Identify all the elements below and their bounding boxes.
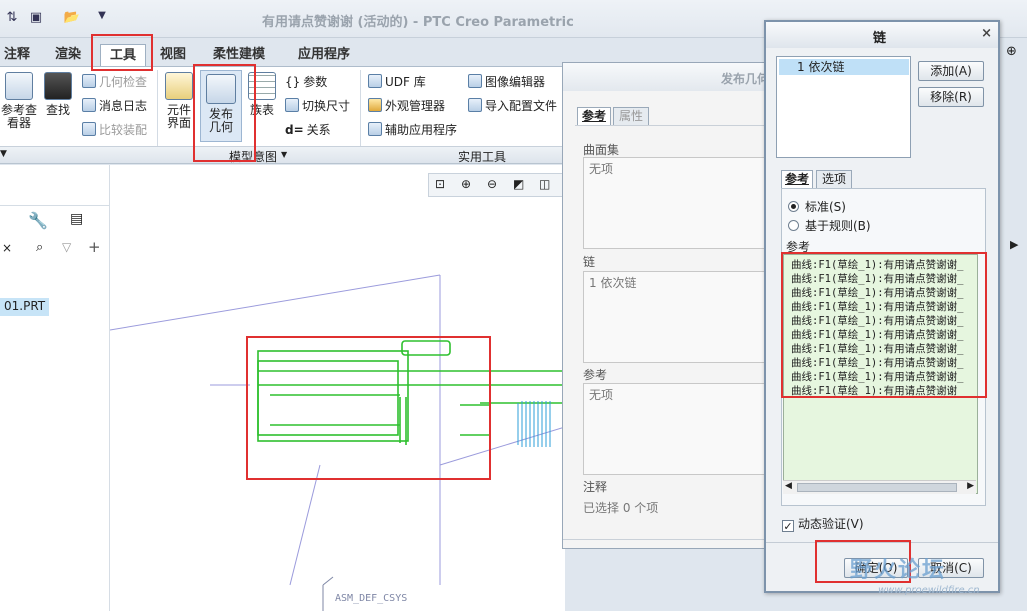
- appearance-manager-icon: [368, 98, 382, 112]
- publish-dialog-title: 发布几何: [563, 63, 771, 91]
- publish-tab-references[interactable]: 参考: [577, 107, 611, 125]
- binoculars-icon: [44, 72, 72, 100]
- braces-icon: {}: [285, 75, 301, 89]
- add-icon[interactable]: +: [88, 238, 101, 256]
- group-collapse-icon[interactable]: ▼: [0, 149, 7, 159]
- add-button[interactable]: 添加(A): [918, 61, 984, 81]
- chain-collection-list[interactable]: 1 依次链: [776, 56, 911, 158]
- chain-tab-options[interactable]: 选项: [816, 170, 852, 188]
- chain-dialog-titlebar: 链 ×: [766, 22, 998, 48]
- import-config-button[interactable]: 导入配置文件: [468, 97, 557, 114]
- compare-assembly-icon: [82, 122, 96, 136]
- udf-library-button[interactable]: UDF 库: [368, 73, 426, 90]
- group-utilities: 实用工具: [458, 150, 507, 164]
- filter-icon[interactable]: ▽: [62, 240, 71, 254]
- tab-flexible-modeling[interactable]: 柔性建模: [205, 44, 273, 66]
- geometry-check-button[interactable]: 几何检查: [82, 73, 147, 90]
- compare-assembly-button[interactable]: 比较装配: [82, 121, 147, 138]
- scroll-thumb[interactable]: [797, 483, 957, 492]
- checkmark-icon: ✓: [782, 520, 794, 533]
- tab-render[interactable]: 渲染: [50, 44, 86, 66]
- windows-icon[interactable]: ▣: [26, 10, 46, 26]
- message-log-button[interactable]: 消息日志: [82, 97, 147, 114]
- image-editor-button[interactable]: 图像编辑器: [468, 73, 545, 90]
- search-icon[interactable]: ⌕: [36, 240, 43, 255]
- publish-tab-properties[interactable]: 属性: [613, 107, 649, 125]
- reference-horizontal-scrollbar[interactable]: ◀ ▶: [783, 480, 976, 494]
- tree-settings-icon[interactable]: ▤: [70, 211, 83, 227]
- csys-label: ASM_DEF_CSYS: [335, 593, 408, 604]
- right-panel-expand-icon[interactable]: ⊕: [1006, 44, 1017, 59]
- remove-button[interactable]: 移除(R): [918, 87, 984, 107]
- selected-count: 已选择 0 个项: [583, 501, 659, 515]
- import-config-icon: [468, 98, 482, 112]
- highlight-tools-tab: [91, 34, 153, 71]
- note-label: 注释: [583, 480, 608, 494]
- find-button[interactable]: 查找: [40, 72, 76, 117]
- surface-set-list[interactable]: 无项: [583, 157, 773, 249]
- chain-dialog-title: 链: [873, 31, 887, 46]
- model-tree-panel: 🔧 ▤ × ⌕ ▽ + 01.PRT: [0, 165, 110, 611]
- dynamic-verify-checkbox[interactable]: ✓ 动态验证(V): [782, 515, 864, 532]
- switch-dimensions-button[interactable]: 切换尺寸: [285, 97, 350, 114]
- relations-button[interactable]: d= 关系: [285, 121, 331, 138]
- reference-viewer-button[interactable]: 参考查 看器: [0, 72, 38, 130]
- watermark-logo: 野火论坛: [850, 558, 947, 583]
- component-interface-icon: [165, 72, 193, 100]
- surface-set-label: 曲面集: [583, 143, 620, 157]
- geometry-check-icon: [82, 74, 96, 88]
- radio-standard[interactable]: 标准(S): [788, 198, 846, 215]
- regenerate-icon[interactable]: ⇅: [2, 10, 22, 26]
- tab-view[interactable]: 视图: [156, 44, 190, 66]
- radio-selected-icon: [788, 201, 799, 212]
- scroll-right-icon[interactable]: ▶: [967, 481, 974, 491]
- watermark-url: www.proewildfire.cn: [878, 585, 980, 596]
- tree-divider: [0, 205, 110, 206]
- publish-ref-list[interactable]: 无项: [583, 383, 773, 475]
- chain-tab-references[interactable]: 参考: [781, 170, 813, 188]
- publish-geometry-dialog: 发布几何 参考 属性 曲面集 无项 链 1 依次链 参考 无项 注释 已选择 0…: [562, 62, 773, 549]
- tree-close-icon[interactable]: ×: [2, 241, 12, 255]
- scroll-right-arrow-icon[interactable]: ▶: [1010, 238, 1018, 251]
- chain-list-item[interactable]: 1 依次链: [779, 59, 909, 75]
- chevron-down-icon[interactable]: ▼: [281, 150, 287, 159]
- auxiliary-apps-button[interactable]: 辅助应用程序: [368, 121, 457, 138]
- component-interface-button[interactable]: 元件 界面: [162, 72, 196, 130]
- switch-dimensions-icon: [285, 98, 299, 112]
- highlight-model-curves: [246, 336, 491, 480]
- publish-ref-label: 参考: [583, 368, 608, 382]
- radio-rule-based[interactable]: 基于规则(B): [788, 217, 871, 234]
- tools-icon[interactable]: 🔧: [28, 211, 48, 230]
- highlight-reference-list: [781, 252, 987, 398]
- appearance-manager-button[interactable]: 外观管理器: [368, 97, 445, 114]
- chain-label: 链: [583, 255, 596, 269]
- customize-dropdown-icon[interactable]: ▼: [92, 10, 112, 26]
- udf-library-icon: [368, 74, 382, 88]
- relations-icon: d=: [285, 123, 304, 137]
- chain-list[interactable]: 1 依次链: [583, 271, 773, 363]
- reference-viewer-icon: [5, 72, 33, 100]
- tree-item-part[interactable]: 01.PRT: [0, 298, 50, 316]
- highlight-publish-geometry: [193, 64, 256, 162]
- image-editor-icon: [468, 74, 482, 88]
- close-icon[interactable]: ×: [981, 26, 992, 41]
- tab-annotate[interactable]: 注释: [0, 44, 34, 66]
- scroll-left-icon[interactable]: ◀: [785, 481, 792, 491]
- message-log-icon: [82, 98, 96, 112]
- parameters-button[interactable]: {} 参数: [285, 73, 327, 90]
- open-folder-icon[interactable]: 📂: [62, 10, 82, 26]
- auxiliary-apps-icon: [368, 122, 382, 136]
- window-title: 有用请点赞谢谢 (活动的) - PTC Creo Parametric: [262, 15, 574, 30]
- radio-unselected-icon: [788, 220, 799, 231]
- tab-applications[interactable]: 应用程序: [290, 44, 358, 66]
